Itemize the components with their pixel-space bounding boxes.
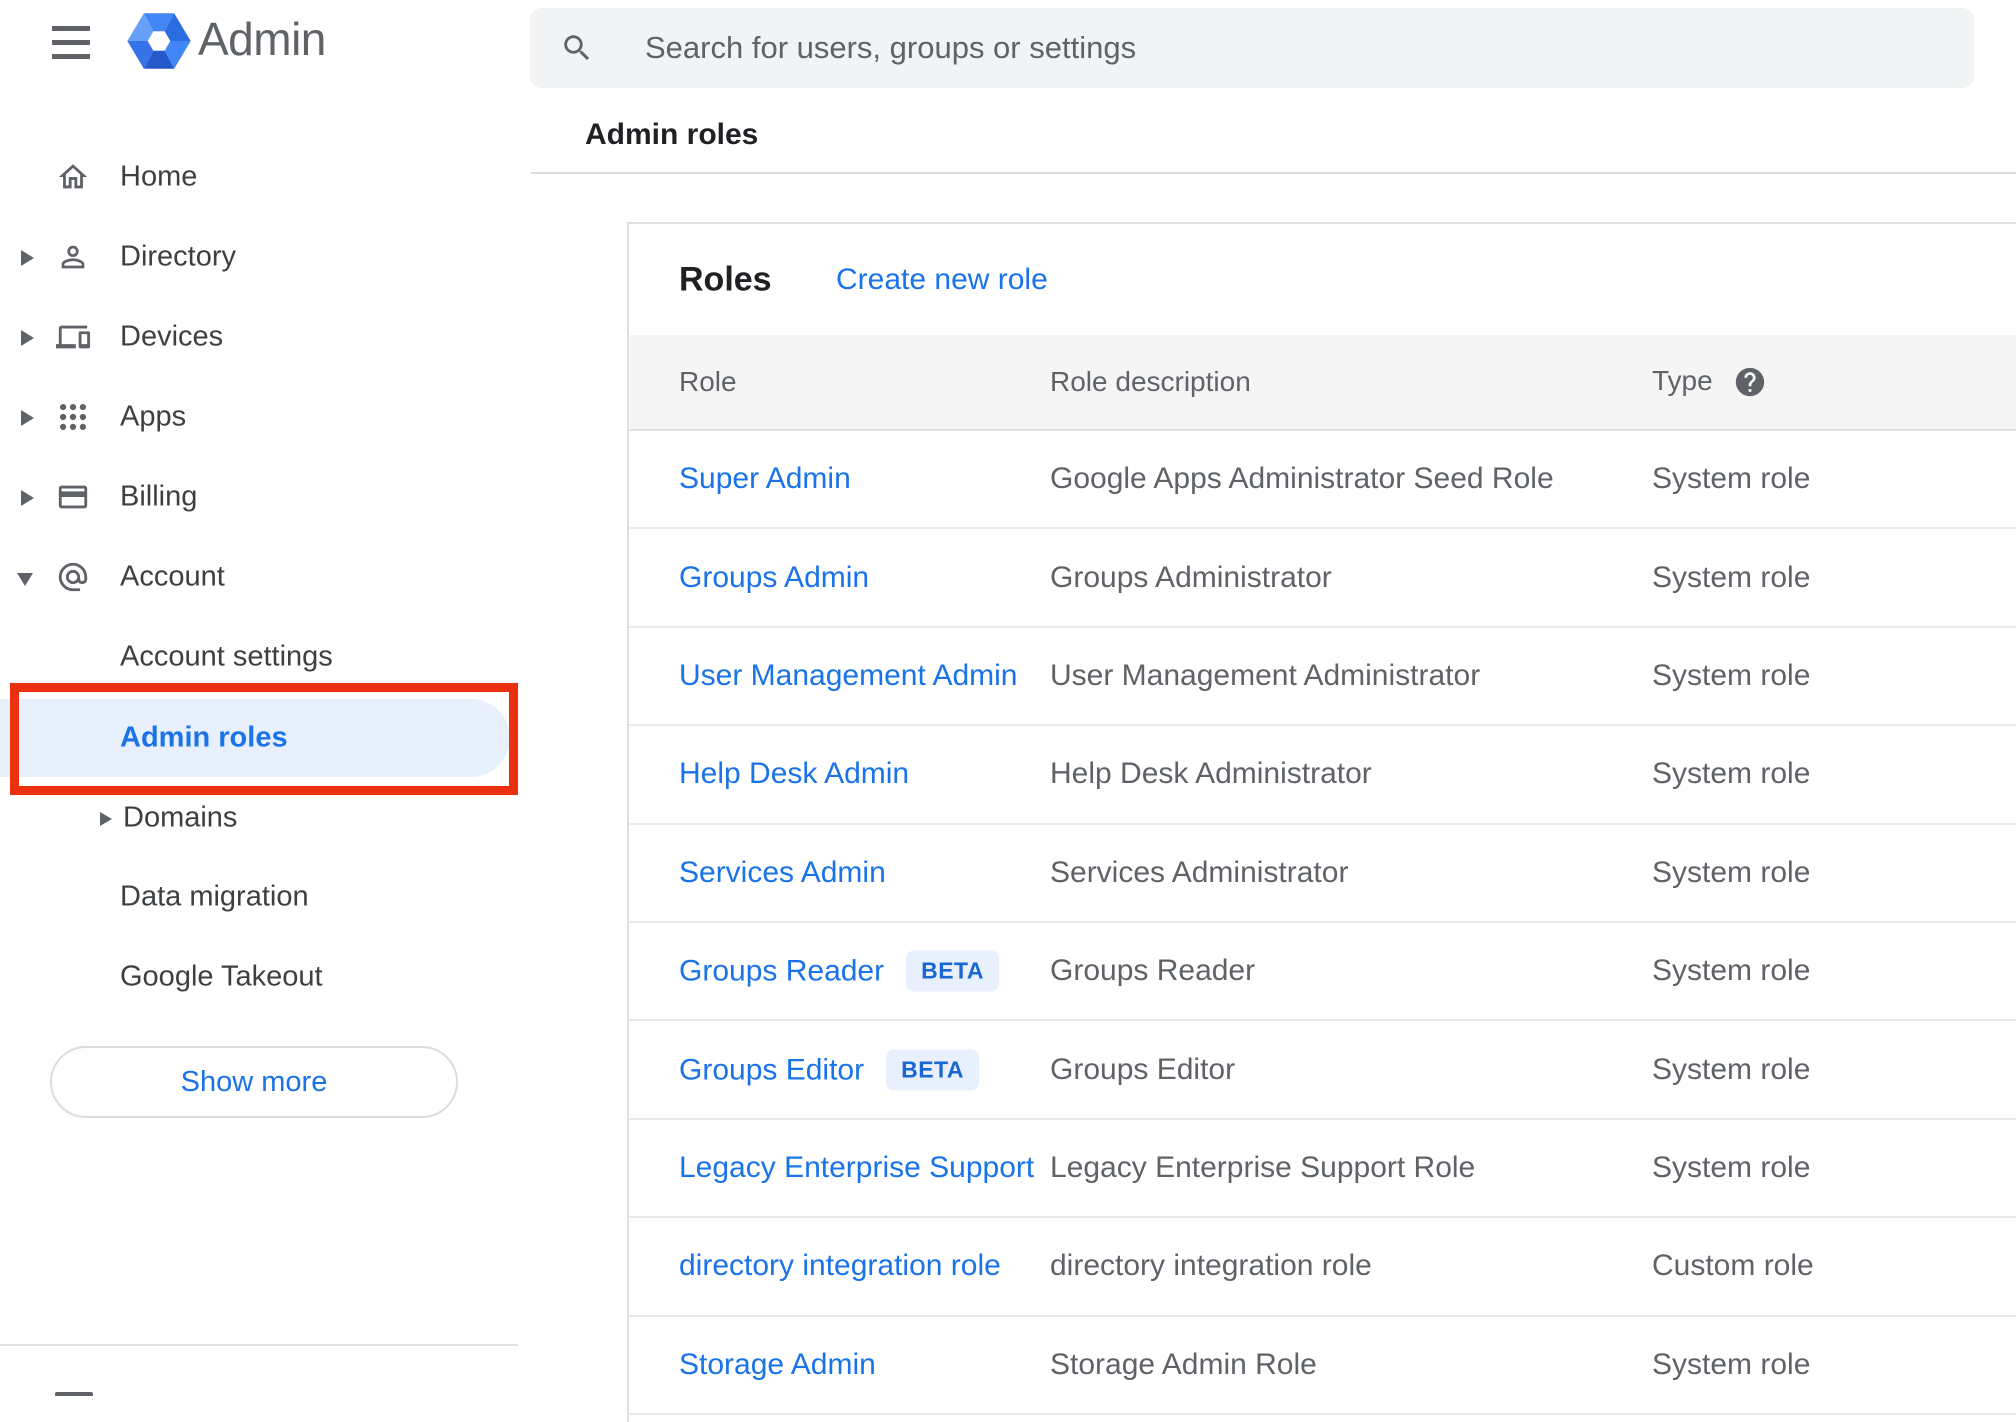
table-row: Services Admin Services Administrator Sy… [629,825,2016,923]
sidebar-item-apps[interactable]: Apps [0,377,531,457]
chevron-right-icon [21,490,34,506]
role-link[interactable]: Help Desk Admin [679,757,909,790]
sidebar-item-domains[interactable]: Domains [0,778,531,858]
sidebar-item-google-takeout[interactable]: Google Takeout [0,937,531,1017]
sidebar-item-account-settings[interactable]: Account settings [0,617,531,697]
table-row: Legacy Enterprise Support Legacy Enterpr… [629,1120,2016,1219]
apps-grid-icon [59,403,87,431]
credit-card-icon [58,485,88,509]
table-row: Groups Reader BETA Groups Reader System r… [629,923,2016,1022]
role-description: Google Apps Administrator Seed Role [1050,462,1554,496]
sidebar-item-label: Directory [120,240,237,273]
breadcrumb: Admin roles [585,118,759,151]
sidebar-item-label: Apps [120,400,187,433]
table-row: Super Admin Google Apps Administrator Se… [629,431,2016,530]
role-type: System role [1652,1150,1811,1184]
role-description: Groups Editor [1050,1052,1236,1086]
beta-badge: BETA [906,950,1000,992]
role-description: Groups Reader [1050,954,1256,988]
table-row: Groups Editor BETA Groups Editor System r… [629,1021,2016,1120]
sidebar-item-directory[interactable]: Directory [0,217,531,297]
create-new-role-link[interactable]: Create new role [836,263,1048,297]
table-row: directory integration role directory int… [629,1218,2016,1317]
role-description: directory integration role [1050,1249,1372,1283]
search-placeholder: Search for users, groups or settings [645,30,1137,65]
chevron-down-icon [17,573,33,586]
sidebar-item-label: Devices [120,320,224,353]
header-divider [531,172,2016,174]
role-type: System role [1652,757,1811,791]
column-header-type: Type [1652,365,1767,399]
admin-logo-text: Admin [198,13,326,65]
role-link[interactable]: User Management Admin [679,659,1018,692]
sidebar-item-admin-roles[interactable]: Admin roles [0,698,510,778]
person-icon [61,245,85,269]
role-description: Groups Administrator [1050,560,1332,594]
panel-title: Roles [679,260,772,298]
column-header-description: Role description [1050,366,1251,397]
role-link[interactable]: Groups Admin [679,561,869,594]
sidebar-item-label: Admin roles [120,721,288,754]
role-description: Legacy Enterprise Support Role [1050,1150,1476,1184]
roles-panel-header: Roles Create new role [629,224,2016,335]
menu-hamburger-icon[interactable] [52,26,90,59]
roles-panel: Roles Create new role Role Role descript… [627,222,2016,1422]
show-more-button[interactable]: Show more [50,1046,458,1118]
role-link[interactable]: directory integration role [679,1249,1001,1282]
role-link[interactable]: Services Admin [679,856,886,889]
sidebar-item-label: Data migration [120,880,309,913]
role-type: System role [1652,462,1811,496]
beta-badge: BETA [886,1049,979,1091]
table-row: User Management Admin User Management Ad… [629,628,2016,727]
role-description: Services Administrator [1050,855,1349,889]
table-header-row: Role Role description Type [629,335,2016,431]
table-row: Groups Admin Groups Administrator System… [629,529,2016,628]
search-icon [564,35,590,61]
devices-icon [56,325,90,349]
role-type: System role [1652,855,1811,889]
role-description: Storage Admin Role [1050,1347,1317,1381]
at-sign-icon [58,562,88,592]
chevron-right-icon [21,410,34,426]
cutoff-bottom-icon [55,1392,93,1396]
admin-logo-icon [127,13,191,69]
role-type: System role [1652,954,1811,988]
sidebar-divider [0,1344,518,1346]
role-link[interactable]: Groups Reader [679,955,884,988]
sidebar-item-account[interactable]: Account [0,537,531,617]
role-type: Custom role [1652,1249,1814,1283]
role-description: Help Desk Administrator [1050,757,1372,791]
role-type: System role [1652,658,1811,692]
sidebar-item-devices[interactable]: Devices [0,297,531,377]
role-description: User Management Administrator [1050,658,1481,692]
role-link[interactable]: Super Admin [679,462,851,495]
chevron-right-icon [100,812,112,826]
help-icon[interactable] [1733,365,1767,399]
role-type: System role [1652,560,1811,594]
role-type: System role [1652,1052,1811,1086]
chevron-right-icon [21,330,34,346]
sidebar-item-label: Account settings [120,640,333,673]
table-row: Storage Admin Storage Admin Role System … [629,1317,2016,1415]
sidebar-item-label: Domains [123,801,238,834]
sidebar: Admin Home Directory Devices Apps Billin… [0,0,531,1396]
role-type: System role [1652,1347,1811,1381]
table-row: Help Desk Admin Help Desk Administrator … [629,726,2016,825]
role-link[interactable]: Groups Editor [679,1053,864,1086]
home-icon [58,164,88,189]
search-input[interactable]: Search for users, groups or settings [530,8,1974,88]
sidebar-item-data-migration[interactable]: Data migration [0,857,531,937]
sidebar-item-label: Billing [120,480,198,513]
column-header-role: Role [679,366,737,397]
chevron-right-icon [21,250,34,266]
sidebar-item-label: Home [120,160,198,193]
role-link[interactable]: Legacy Enterprise Support [679,1151,1034,1184]
sidebar-item-billing[interactable]: Billing [0,457,531,537]
sidebar-item-home[interactable]: Home [0,137,531,217]
role-link[interactable]: Storage Admin [679,1348,876,1381]
sidebar-item-label: Account [120,560,225,593]
sidebar-item-label: Google Takeout [120,960,323,993]
